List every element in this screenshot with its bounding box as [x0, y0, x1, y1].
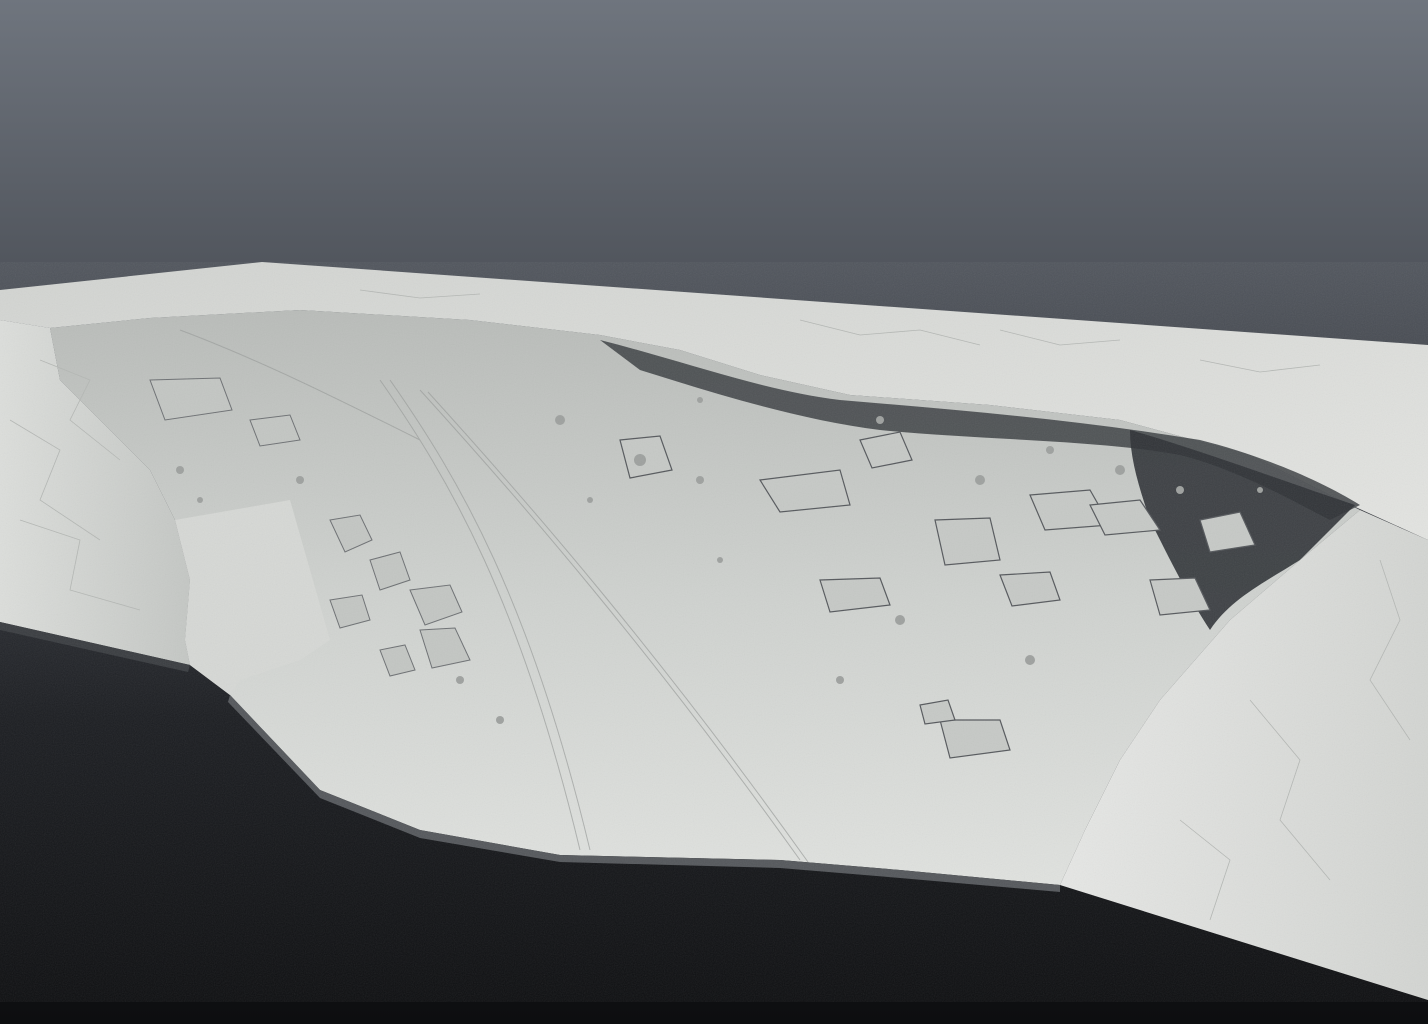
- texture-overlay: [0, 262, 1428, 1002]
- 3d-viewport[interactable]: [0, 0, 1428, 1024]
- terrain-render: [0, 0, 1428, 1024]
